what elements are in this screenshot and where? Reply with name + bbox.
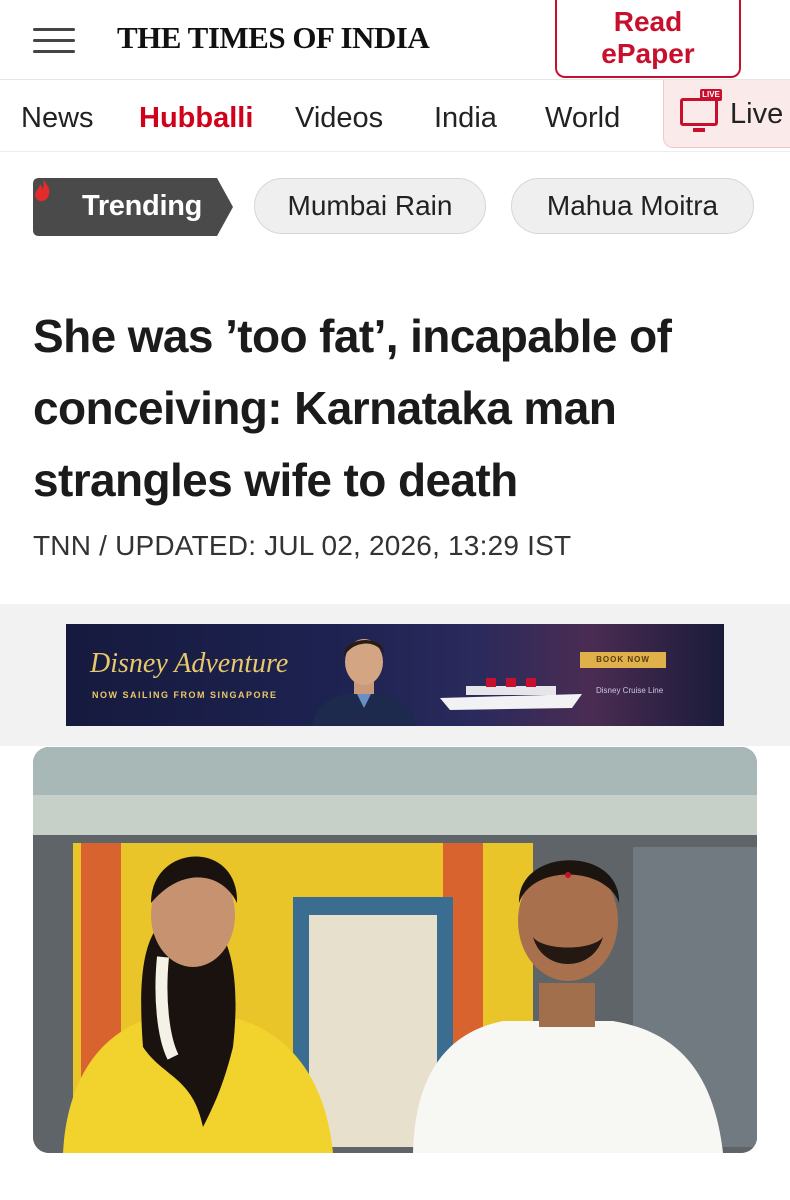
menu-icon[interactable] [33, 28, 75, 54]
epaper-label-line1: Read [613, 6, 683, 37]
trending-bar: Trending Mumbai Rain Mahua Moitra [0, 152, 790, 252]
live-button[interactable]: LIVE Live [663, 80, 790, 148]
live-label: Live [730, 98, 784, 130]
read-epaper-button[interactable]: Read ePaper [555, 0, 741, 78]
live-tv-icon: LIVE [680, 89, 722, 132]
site-logo[interactable]: THE TIMES OF INDIA [117, 20, 430, 56]
nav-item-india[interactable]: India [434, 102, 497, 135]
ad-person-image [312, 639, 416, 726]
article-headline: She was ’too fat’, incapable of conceivi… [33, 310, 672, 506]
ad-banner[interactable]: Disney Adventure NOW SAILING FROM SINGAP… [66, 624, 724, 726]
nav-item-videos[interactable]: Videos [295, 102, 383, 135]
nav-item-news[interactable]: News [21, 102, 94, 135]
section-nav: News Hubballi Videos India World LIVE Li… [0, 80, 790, 152]
trending-tag[interactable]: Trending [33, 178, 233, 236]
ad-book-now-button[interactable]: BOOK NOW [580, 652, 666, 668]
ad-ship-image [440, 678, 582, 710]
live-tag: LIVE [700, 89, 722, 101]
trending-label: Trending [82, 190, 203, 222]
nav-item-world[interactable]: World [545, 102, 620, 135]
ad-tagline: NOW SAILING FROM SINGAPORE [92, 690, 278, 700]
trending-topic-mumbai-rain[interactable]: Mumbai Rain [254, 178, 486, 234]
flame-icon [35, 178, 50, 202]
article-photo [33, 747, 757, 1153]
ad-brand: Disney Adventure [90, 648, 289, 679]
ad-cruise-line-text: Disney Cruise Line [596, 686, 664, 695]
article-byline: TNN / UPDATED: JUL 02, 2026, 13:29 IST [33, 530, 572, 561]
epaper-label-line2: ePaper [601, 38, 695, 69]
nav-item-hubballi[interactable]: Hubballi [139, 102, 253, 135]
site-header: THE TIMES OF INDIA Read ePaper [0, 0, 790, 80]
ad-container: Disney Adventure NOW SAILING FROM SINGAP… [0, 604, 790, 746]
trending-topic-mahua-moitra[interactable]: Mahua Moitra [511, 178, 754, 234]
